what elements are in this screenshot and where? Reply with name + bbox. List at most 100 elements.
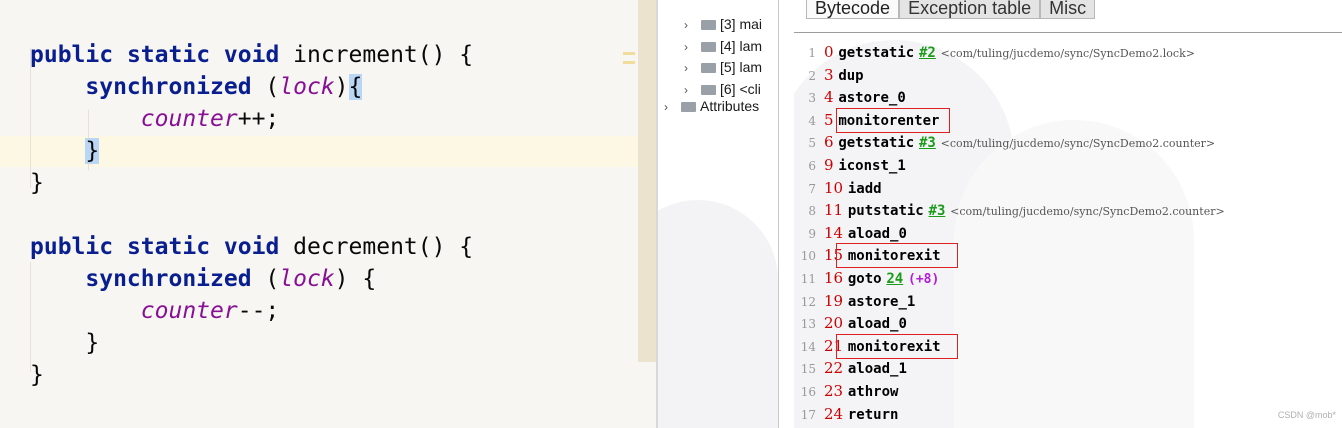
code-line: counter++; (30, 104, 279, 135)
code-field: counter (140, 298, 238, 324)
bytecode-row: 15 22 aload_1 (794, 357, 907, 379)
bytecode-offset: 14 (824, 224, 844, 242)
bytecode-row: 7 10 iadd (794, 177, 882, 199)
tab-misc[interactable]: Misc (1040, 0, 1096, 19)
opcode: goto (847, 271, 882, 287)
code-field: counter (140, 106, 238, 132)
bytecode-offset: 19 (824, 292, 844, 310)
opcode: iconst_1 (838, 158, 906, 174)
operand-link[interactable]: #3 (929, 203, 946, 219)
code-text: ( (251, 266, 280, 292)
tree-node[interactable]: › [3] mai (684, 14, 762, 34)
line-number: 2 (808, 69, 816, 83)
folder-icon (701, 42, 716, 52)
chevron-right-icon[interactable]: › (684, 37, 696, 57)
folder-icon (681, 102, 696, 112)
bytecode-row: 16 23 athrow (794, 380, 899, 402)
operand-link[interactable]: 24 (886, 271, 903, 287)
code-line: synchronized (lock){ (30, 72, 363, 103)
bytecode-row: 17 24 return (794, 403, 899, 425)
code-text: } (30, 330, 100, 356)
bytecode-row: 11 16 goto 24 (+8) (794, 267, 940, 289)
line-number: 6 (808, 159, 816, 173)
bytecode-row: 34 astore_0 (794, 86, 906, 108)
operand-comment: <com/tuling/jucdemo/sync/SyncDemo2.count… (950, 205, 1225, 218)
tree-node[interactable]: › Attributes (664, 96, 759, 116)
tree-node-label: [6] <cli (720, 81, 761, 97)
code-line: } (30, 328, 99, 359)
background-illustration (954, 120, 1194, 428)
line-number: 10 (800, 249, 816, 263)
opcode: iadd (847, 181, 882, 197)
code-keyword: static (126, 42, 211, 68)
line-number: 14 (800, 340, 816, 354)
bytecode-offset: 6 (824, 133, 834, 151)
bytecode-offset: 11 (824, 201, 844, 219)
code-line: public static void decrement() { (30, 232, 473, 263)
code-text: increment() { (279, 42, 474, 68)
opcode: dup (838, 68, 864, 84)
chevron-right-icon[interactable]: › (664, 97, 676, 117)
tab-bytecode[interactable]: Bytecode (806, 0, 900, 19)
highlight-box (836, 334, 958, 359)
line-number: 13 (800, 317, 816, 331)
code-editor[interactable]: public static void increment() { synchro… (0, 0, 656, 428)
folder-icon (701, 63, 716, 73)
code-keyword: public (30, 42, 114, 68)
opcode: putstatic (847, 203, 924, 219)
bytecode-offset: 5 (824, 111, 834, 129)
chevron-right-icon[interactable]: › (684, 15, 696, 35)
code-line: } (30, 360, 44, 391)
code-keyword: synchronized (85, 74, 252, 100)
operand-link[interactable]: #3 (919, 135, 936, 151)
panel-divider[interactable] (778, 0, 779, 428)
opcode: getstatic (838, 45, 915, 61)
line-number: 11 (800, 272, 816, 286)
operand-link[interactable]: #2 (919, 45, 936, 61)
code-keyword: void (223, 234, 280, 260)
code-keyword: void (223, 42, 280, 68)
line-number: 5 (808, 136, 816, 150)
tree-node-label: [4] lam (720, 38, 763, 54)
bytecode-viewer: Bytecode Exception table Misc 10 getstat… (794, 0, 1342, 428)
chevron-right-icon[interactable]: › (684, 58, 696, 78)
tab-exception-table[interactable]: Exception table (899, 0, 1041, 19)
tree-node-label: Attributes (700, 98, 760, 114)
code-text: } (30, 170, 44, 196)
editor-scrollbar-track[interactable] (638, 0, 656, 362)
code-keyword: synchronized (85, 266, 252, 292)
bytecode-offset: 4 (824, 88, 834, 106)
bytecode-row: 69 iconst_1 (794, 154, 906, 176)
bytecode-offset: 3 (824, 66, 834, 84)
bytecode-offset: 9 (824, 156, 834, 174)
tree-node-label: [5] lam (720, 59, 763, 75)
code-line: } (30, 136, 100, 167)
bytecode-offset: 10 (824, 179, 844, 197)
operand-comment: <com/tuling/jucdemo/sync/SyncDemo2.lock> (940, 47, 1195, 60)
line-number: 8 (808, 204, 816, 218)
code-line: } (30, 168, 44, 199)
opcode: aload_0 (847, 226, 907, 242)
highlight-box (836, 108, 950, 133)
operand-comment: <com/tuling/jucdemo/sync/SyncDemo2.count… (940, 137, 1216, 150)
code-keyword: static (126, 234, 211, 260)
bytecode-tabs: Bytecode Exception table Misc (806, 0, 1096, 32)
class-structure-tree[interactable]: › [3] mai › [4] lam › [5] lam › [6] <cli › Attrib… (656, 0, 796, 428)
folder-icon (701, 85, 716, 95)
code-field: lock (279, 266, 335, 292)
code-text: decrement() { (279, 234, 474, 260)
code-line: public static void increment() { (30, 40, 473, 71)
opcode: astore_0 (838, 90, 906, 106)
opcode: aload_1 (847, 361, 907, 377)
bytecode-offset: 20 (824, 314, 844, 332)
code-line: synchronized (lock) { (30, 264, 376, 295)
tree-node[interactable]: › [4] lam (684, 36, 762, 56)
bytecode-row: 10 getstatic #2 <com/tuling/jucdemo/sync… (794, 41, 1195, 63)
tree-node[interactable]: › [5] lam (684, 57, 762, 77)
